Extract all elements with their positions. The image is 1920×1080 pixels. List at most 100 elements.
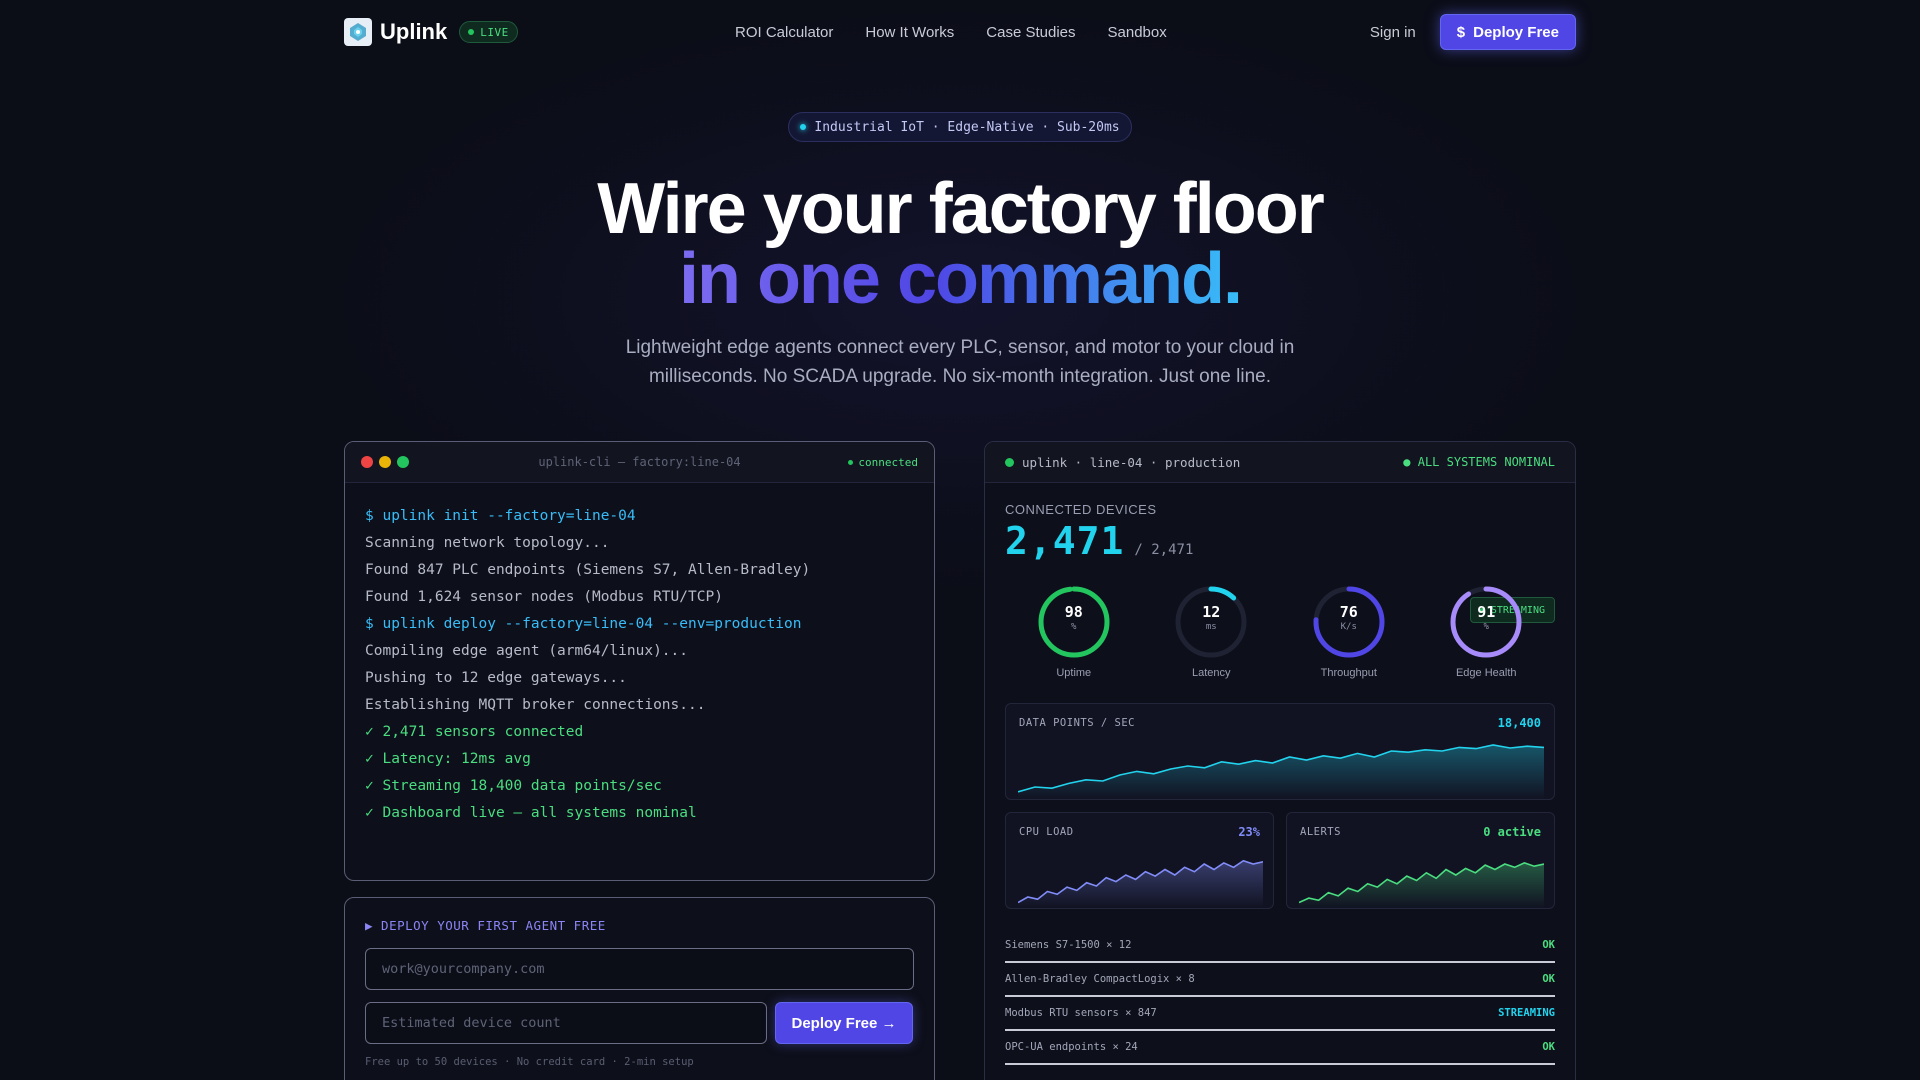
minimize-dot-icon[interactable] — [379, 456, 391, 468]
dollar-icon: $ — [1456, 23, 1466, 41]
data-points-panel: DATA POINTS / SEC 18,400 — [1005, 703, 1555, 800]
terminal-line: ✓ Latency: 12ms avg — [365, 751, 531, 767]
connected-dot-icon — [848, 459, 854, 465]
category-pill-text: Industrial IoT · Edge-Native · Sub-20ms — [814, 119, 1120, 135]
device-row[interactable]: Siemens S7-1500 × 12 OK — [1005, 929, 1555, 963]
nav-link-how-it-works[interactable]: How It Works — [865, 24, 954, 41]
category-pill: Industrial IoT · Edge-Native · Sub-20ms — [788, 112, 1132, 142]
gauge-unit: % — [1071, 622, 1077, 632]
alerts-label: ALERTS — [1300, 826, 1341, 838]
email-field[interactable]: work@yourcompany.com — [365, 948, 914, 990]
gauge-label: Uptime — [1056, 667, 1092, 679]
deploy-form-title: ▶ DEPLOY YOUR FIRST AGENT FREE — [365, 918, 606, 933]
device-status: STREAMING — [1498, 1007, 1555, 1019]
live-badge: LIVE — [459, 21, 518, 43]
gauge-ring: 91% — [1449, 585, 1523, 659]
gauge-label: Edge Health — [1455, 667, 1517, 679]
gauge-unit: K/s — [1340, 622, 1357, 632]
nav-link-roi-calculator[interactable]: ROI Calculator — [735, 24, 833, 41]
maximize-dot-icon[interactable] — [397, 456, 409, 468]
gauge-row: 98% Uptime 12 ms Latency 76 K/s Throughput 91% Ed… — [1005, 585, 1555, 679]
nav-links: ROI Calculator How It Works Case Studies… — [735, 24, 1167, 41]
live-label: LIVE — [480, 25, 509, 39]
status-dot-icon — [1005, 457, 1014, 467]
device-name: Modbus RTU sensors × 847 — [1005, 1007, 1157, 1019]
sparkline-area — [1018, 745, 1544, 799]
terminal-line: Establishing MQTT broker connections... — [365, 697, 706, 713]
connected-devices-value: 2,471 — [1005, 519, 1125, 563]
device-row[interactable]: OPC-UA endpoints × 24 OK — [1005, 1031, 1555, 1065]
device-row[interactable]: Modbus RTU sensors × 847 STREAMING — [1005, 997, 1555, 1031]
device-status: OK — [1542, 1041, 1555, 1053]
gauge-latency: 12 ms Latency — [1143, 585, 1281, 679]
cpu-load-label: CPU LOAD — [1019, 826, 1074, 838]
dashboard-header: uplink · line-04 · production ● ALL SYST… — [985, 442, 1575, 483]
close-dot-icon[interactable] — [361, 456, 373, 468]
device-status: OK — [1542, 939, 1555, 951]
gauge-uptime: 98% Uptime — [1005, 585, 1143, 679]
device-row[interactable]: Allen-Bradley CompactLogix × 8 OK — [1005, 963, 1555, 997]
terminal-output: $ uplink init --factory=line-04 Scanning … — [345, 483, 934, 847]
gauge-value: 76 — [1339, 603, 1358, 621]
gauge-value: 12 — [1202, 603, 1221, 621]
terminal-line: Found 847 PLC endpoints (Siemens S7, All… — [365, 562, 811, 578]
mini-panels: CPU LOAD 23% ALERTS 0 active — [1005, 812, 1555, 909]
connected-devices-total: / 2,471 — [1134, 542, 1194, 558]
terminal-line: Compiling edge agent (arm64/linux)... — [365, 643, 689, 659]
connected-devices-label: CONNECTED DEVICES — [1005, 502, 1157, 517]
terminal-line: ✓ Streaming 18,400 data points/sec — [365, 778, 662, 794]
alerts-value: 0 active — [1483, 825, 1541, 839]
pill-dot-icon — [800, 124, 807, 130]
alerts-sparkline — [1299, 862, 1544, 908]
gauge-ring: 76 K/s — [1312, 585, 1386, 659]
device-count-field[interactable]: Estimated device count — [365, 1002, 767, 1044]
deploy-form-note: Free up to 50 devices · No credit card ·… — [365, 1056, 694, 1068]
device-name: Allen-Bradley CompactLogix × 8 — [1005, 973, 1195, 985]
deploy-free-submit-button[interactable]: Deploy Free → — [775, 1002, 913, 1044]
terminal-line: Scanning network topology... — [365, 535, 610, 551]
cpu-load-panel: CPU LOAD 23% — [1005, 812, 1274, 909]
terminal-line: ✓ 2,471 sensors connected — [365, 724, 584, 740]
terminal-line: Pushing to 12 edge gateways... — [365, 670, 627, 686]
terminal-window: uplink-cli — factory:line-04 connected $… — [344, 441, 935, 881]
sign-in-link[interactable]: Sign in — [1370, 24, 1416, 41]
sparkline-area — [1018, 860, 1263, 908]
systems-status: ● ALL SYSTEMS NOMINAL — [1403, 455, 1555, 469]
data-points-sparkline — [1018, 744, 1544, 799]
deploy-form: ▶ DEPLOY YOUR FIRST AGENT FREE work@your… — [344, 897, 935, 1080]
dashboard-body: CONNECTED DEVICES 2,471 / 2,471 STREAMIN… — [985, 502, 1575, 1065]
data-points-label: DATA POINTS / SEC — [1019, 717, 1135, 729]
nav-link-case-studies[interactable]: Case Studies — [986, 24, 1075, 41]
gauge-throughput: 76 K/s Throughput — [1280, 585, 1418, 679]
terminal-line: ✓ Dashboard live — all systems nominal — [365, 805, 697, 821]
gauge-value: 91 — [1477, 603, 1496, 621]
terminal-line: Found 1,624 sensor nodes (Modbus RTU/TCP… — [365, 589, 723, 605]
terminal-line: $ uplink deploy --factory=line-04 --env=… — [365, 616, 802, 632]
terminal-connection-status: connected — [848, 456, 918, 469]
gauge-label: Latency — [1191, 667, 1231, 679]
gauge-value: 98 — [1064, 603, 1083, 621]
top-nav: Uplink LIVE ROI Calculator How It Works … — [344, 14, 1576, 50]
brand-name: Uplink — [380, 19, 448, 44]
hero-title-gradient: in one command. — [678, 239, 1243, 319]
terminal-status-label: connected — [858, 455, 918, 469]
alerts-panel: ALERTS 0 active — [1286, 812, 1555, 909]
terminal-line: $ uplink init --factory=line-04 — [365, 508, 636, 524]
deploy-free-button[interactable]: $ Deploy Free — [1439, 14, 1576, 50]
deploy-free-label: Deploy Free — [1473, 23, 1559, 41]
device-status: OK — [1542, 973, 1555, 985]
nav-link-sandbox[interactable]: Sandbox — [1108, 24, 1167, 41]
gauge-ring: 98% — [1037, 585, 1111, 659]
nav-actions: Sign in $ Deploy Free — [1370, 14, 1576, 50]
cpu-load-sparkline — [1018, 859, 1263, 908]
hero-title-line2: in one command. — [0, 238, 1920, 320]
terminal-header: uplink-cli — factory:line-04 connected — [345, 442, 934, 483]
gauge-ring: 12 ms — [1174, 585, 1248, 659]
device-list: Siemens S7-1500 × 12 OK Allen-Bradley Comp… — [1005, 929, 1555, 1065]
uplink-logo-icon — [344, 18, 372, 46]
gauge-unit: ms — [1205, 622, 1217, 632]
brand-logo[interactable]: Uplink — [344, 18, 447, 46]
deploy-form-row: Estimated device count Deploy Free → — [365, 1002, 914, 1044]
data-points-value: 18,400 — [1497, 716, 1541, 730]
device-name: OPC-UA endpoints × 24 — [1005, 1041, 1138, 1053]
